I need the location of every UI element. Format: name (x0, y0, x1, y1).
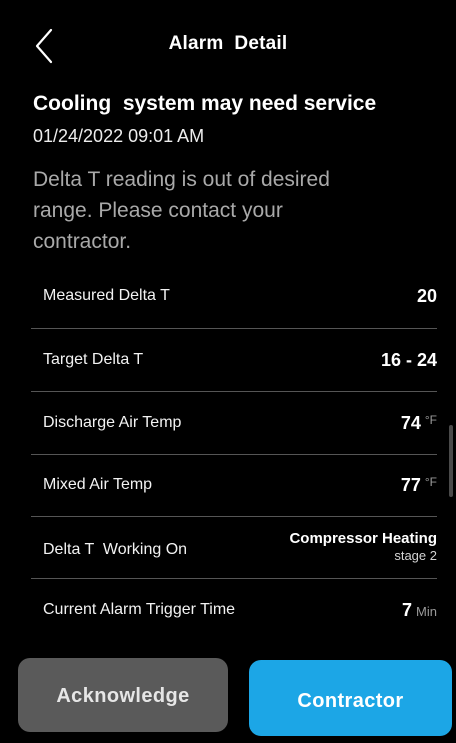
detail-value: Compressor Heating stage 2 (289, 530, 437, 564)
detail-label: Delta T Working On (43, 541, 188, 558)
detail-row-discharge-air-temp: Discharge Air Temp 74 °F (31, 392, 437, 455)
measured-delta-t-value: 20 (416, 286, 437, 306)
working-on-stage: stage 2 (394, 548, 437, 563)
acknowledge-button[interactable]: Acknowledge (18, 658, 228, 732)
detail-label: Target Delta T (43, 351, 144, 368)
unit-label: Min (416, 604, 437, 619)
contractor-button[interactable]: Contractor (249, 660, 452, 736)
alarm-details-list[interactable]: Measured Delta T 20 Target Delta T 16 - … (31, 266, 437, 636)
detail-row-measured-delta-t: Measured Delta T 20 (31, 266, 437, 329)
detail-label: Mixed Air Temp (43, 476, 153, 493)
scrollbar[interactable] (449, 425, 453, 497)
detail-row-alarm-trigger-time: Current Alarm Trigger Time 7 Min (31, 579, 437, 635)
header: Alarm Detail (0, 0, 456, 90)
detail-value: 7 Min (402, 600, 437, 621)
detail-row-delta-t-working-on: Delta T Working On Compressor Heating st… (31, 517, 437, 579)
mixed-air-temp-value: 77 (400, 475, 421, 495)
discharge-air-temp-value: 74 (400, 413, 421, 433)
detail-label: Measured Delta T (43, 287, 170, 304)
detail-value: 16 - 24 (381, 350, 437, 371)
alarm-description: Delta T reading is out of desired range.… (33, 168, 330, 253)
alarm-title: Cooling system may need service (33, 92, 377, 115)
alarm-timestamp: 01/24/2022 09:01 AM (33, 126, 205, 146)
detail-row-mixed-air-temp: Mixed Air Temp 77 °F (31, 455, 437, 517)
detail-value: 20 (417, 286, 437, 307)
unit-label: °F (424, 475, 437, 489)
detail-label: Discharge Air Temp (43, 414, 182, 431)
working-on-mode: Compressor Heating (289, 530, 437, 547)
detail-value: 74 °F (401, 413, 437, 434)
detail-row-target-delta-t: Target Delta T 16 - 24 (31, 329, 437, 392)
page-title: Alarm Detail (168, 33, 288, 54)
detail-label: Current Alarm Trigger Time (43, 601, 236, 618)
unit-label: °F (424, 413, 437, 427)
trigger-time-value: 7 (402, 600, 413, 620)
detail-value: 77 °F (401, 475, 437, 496)
target-delta-t-value: 16 - 24 (380, 350, 437, 370)
